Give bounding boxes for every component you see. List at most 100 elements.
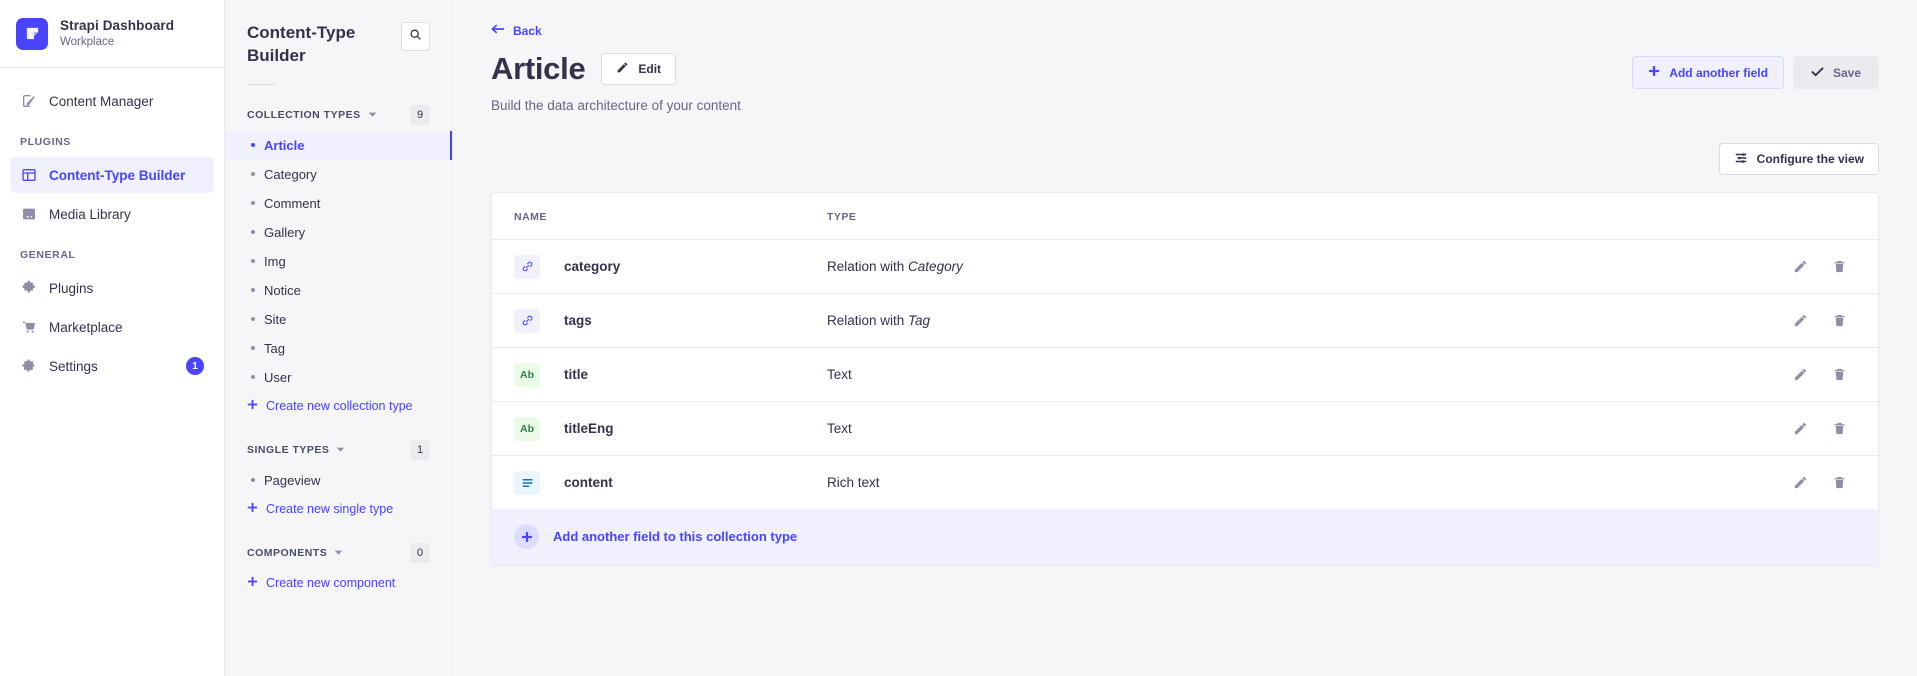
cell-name: Ab titleEng (492, 401, 827, 456)
search-button[interactable] (401, 22, 430, 51)
collection-type-item-img[interactable]: Img (225, 247, 452, 276)
single-type-item-pageview[interactable]: Pageview (225, 466, 452, 495)
table-row[interactable]: Ab title Text (492, 347, 1878, 402)
add-field-footer-button[interactable]: Add another field to this collection typ… (492, 509, 1878, 564)
brand-title: Strapi Dashboard (60, 17, 175, 33)
group-count: 1 (410, 439, 430, 460)
collection-type-label: Category (264, 166, 317, 182)
plus-icon (247, 397, 258, 415)
field-type-prefix: Rich text (827, 475, 880, 490)
group-header-single-types[interactable]: SINGLE TYPES 1 (225, 420, 452, 466)
edit-field-icon[interactable] (1792, 312, 1809, 329)
group-count: 0 (410, 542, 430, 563)
sliders-icon (1734, 151, 1748, 168)
main-content: Back Article Edit Add another field Save… (453, 0, 1917, 676)
group-label: COLLECTION TYPES (247, 108, 361, 121)
content-type-builder-panel: Content-Type Builder COLLECTION TYPES 9 … (225, 0, 453, 676)
table-row[interactable]: category Relation with Category (492, 239, 1878, 294)
edit-button[interactable]: Edit (601, 53, 677, 86)
delete-field-icon[interactable] (1831, 420, 1848, 437)
sidebar-item-label: Marketplace (49, 319, 123, 335)
arrow-left-icon (491, 23, 505, 38)
collection-type-item-category[interactable]: Category (225, 160, 452, 189)
cell-actions (1748, 239, 1878, 294)
sidebar-item-label: Content Manager (49, 93, 154, 109)
strapi-logo-icon (16, 17, 48, 50)
cell-actions (1748, 456, 1878, 510)
cell-actions (1748, 401, 1878, 456)
edit-field-icon[interactable] (1792, 474, 1809, 491)
nav-list: Content Manager PLUGINS Content-Type Bui… (0, 68, 224, 387)
collection-type-label: Tag (264, 340, 285, 356)
configure-row: Configure the view (453, 113, 1917, 175)
field-name: content (564, 475, 613, 490)
collection-type-item-notice[interactable]: Notice (225, 276, 452, 305)
create-new-single-type-button[interactable]: Create new single type (225, 495, 452, 523)
delete-field-icon[interactable] (1831, 258, 1848, 275)
cell-type: Relation with Category (827, 239, 1748, 294)
collection-type-item-tag[interactable]: Tag (225, 334, 452, 363)
cell-actions (1748, 347, 1878, 402)
add-another-field-button[interactable]: Add another field (1632, 56, 1784, 89)
column-header-type: TYPE (827, 193, 1748, 240)
plus-icon (247, 574, 258, 592)
pencil-icon (616, 61, 629, 77)
delete-field-icon[interactable] (1831, 474, 1848, 491)
layout-icon (20, 167, 37, 184)
configure-the-view-button[interactable]: Configure the view (1718, 143, 1879, 175)
sidebar-item-settings[interactable]: Settings 1 (10, 348, 214, 384)
group-header-components[interactable]: COMPONENTS 0 (225, 523, 452, 569)
cart-icon (20, 319, 37, 336)
table-row[interactable]: Ab titleEng Text (492, 401, 1878, 456)
sidebar-item-content-type-builder[interactable]: Content-Type Builder (10, 157, 214, 193)
edit-field-icon[interactable] (1792, 366, 1809, 383)
collection-type-item-comment[interactable]: Comment (225, 189, 452, 218)
header-actions: Add another field Save (1632, 52, 1879, 89)
pencil-square-icon (20, 93, 37, 110)
title-row: Article Edit Add another field Save (491, 51, 1879, 89)
collection-type-label: Notice (264, 282, 301, 298)
bullet-icon (251, 478, 255, 483)
create-new-collection-type-button[interactable]: Create new collection type (225, 392, 452, 420)
create-new-component-button[interactable]: Create new component (225, 569, 452, 597)
sidebar-item-label: Plugins (49, 280, 94, 296)
collection-type-item-user[interactable]: User (225, 363, 452, 392)
collection-type-item-gallery[interactable]: Gallery (225, 218, 452, 247)
table-row[interactable]: tags Relation with Tag (492, 293, 1878, 348)
sidebar-item-label: Media Library (49, 206, 131, 222)
collection-type-label: User (264, 369, 292, 385)
edit-field-icon[interactable] (1792, 420, 1809, 437)
fields-card: NAME TYPE category Relation with Categor… (491, 192, 1879, 565)
brand-header[interactable]: Strapi Dashboard Workplace (0, 0, 224, 68)
bullet-icon (251, 143, 255, 148)
field-type-prefix: Text (827, 421, 852, 436)
collection-type-item-site[interactable]: Site (225, 305, 452, 334)
text-field-icon: Ab (514, 416, 540, 441)
plus-icon (1648, 65, 1660, 80)
cell-type: Rich text (827, 456, 1748, 510)
back-link[interactable]: Back (491, 23, 542, 38)
bullet-icon (251, 346, 255, 351)
group-header-collection-types[interactable]: COLLECTION TYPES 9 (225, 85, 452, 131)
nav-section-plugins: PLUGINS (20, 136, 71, 148)
page-header: Back Article Edit Add another field Save… (453, 0, 1917, 113)
delete-field-icon[interactable] (1831, 312, 1848, 329)
sidebar-item-media-library[interactable]: Media Library (10, 196, 214, 232)
add-field-footer-label: Add another field to this collection typ… (553, 529, 798, 544)
create-label: Create new collection type (266, 398, 413, 413)
field-type-prefix: Text (827, 367, 852, 382)
collection-type-item-article[interactable]: Article (225, 130, 452, 160)
cell-name: tags (492, 293, 827, 348)
table-row[interactable]: content Rich text (492, 456, 1878, 510)
sidebar-item-marketplace[interactable]: Marketplace (10, 309, 214, 345)
table-header-row: NAME TYPE (492, 193, 1878, 240)
save-button[interactable]: Save (1792, 56, 1879, 89)
sidebar-item-plugins[interactable]: Plugins (10, 270, 214, 306)
field-name: tags (564, 313, 592, 328)
cell-name: content (492, 456, 827, 510)
create-label: Create new single type (266, 501, 394, 516)
delete-field-icon[interactable] (1831, 366, 1848, 383)
collection-type-label: Img (264, 253, 286, 269)
sidebar-item-content-manager[interactable]: Content Manager (10, 83, 214, 119)
edit-field-icon[interactable] (1792, 258, 1809, 275)
